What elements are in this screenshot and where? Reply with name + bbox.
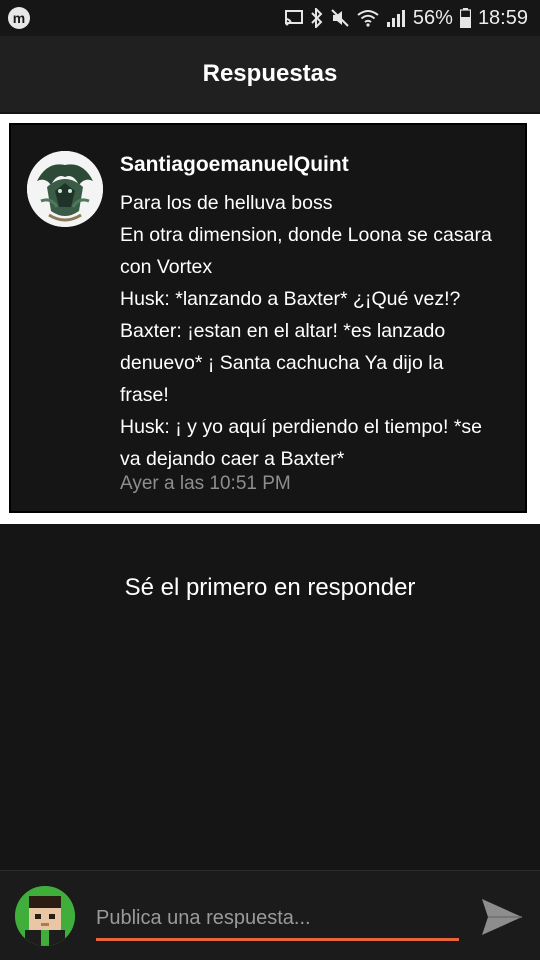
header: Respuestas [0, 36, 540, 112]
m-app-icon: m [8, 7, 30, 29]
post-line: denuevo* ¡ Santa cachucha Ya dijo la [120, 352, 444, 374]
author-avatar[interactable] [27, 151, 103, 227]
user-avatar[interactable] [15, 886, 75, 946]
post-line: Husk: ¡ y yo aquí perdiendo el tiempo! *… [120, 416, 483, 438]
status-icons: 56% 18:59 [284, 4, 528, 32]
reply-bar [0, 870, 540, 960]
post-line: frase! [120, 384, 169, 406]
wifi-icon [357, 9, 379, 27]
send-icon [482, 899, 522, 935]
post-content[interactable]: SantiagoemanuelQuint Para los de helluva… [9, 123, 527, 513]
battery-icon [459, 8, 471, 28]
bluetooth-icon [311, 8, 323, 28]
post-line: En otra dimension, donde Loona se casara [120, 224, 492, 246]
mute-icon [330, 8, 350, 28]
post-line: Para los de helluva boss [120, 192, 333, 214]
status-bar: m 56% 18:59 [0, 0, 540, 36]
post-line: Baxter: ¡estan en el altar! *es lanzado [120, 320, 446, 342]
post-line: Husk: *lanzando a Baxter* ¿¡Qué vez!? [120, 288, 461, 310]
empty-replies-message: Sé el primero en responder [124, 574, 416, 601]
post-body: Para los de helluva boss En otra dimensi… [120, 187, 525, 475]
cast-icon [284, 10, 304, 26]
post-line: va dejando caer a Baxter* [120, 448, 345, 470]
post-timestamp: Ayer a las 10:51 PM [120, 473, 291, 494]
send-button[interactable] [480, 897, 524, 937]
post-card: SantiagoemanuelQuint Para los de helluva… [0, 114, 540, 524]
battery-percent: 56% [412, 6, 453, 29]
screen: m 56% 18:59 Respuestas SantiagoemanuelQu… [0, 0, 540, 960]
page-title: Respuestas [202, 60, 338, 87]
author-name[interactable]: SantiagoemanuelQuint [120, 153, 349, 177]
post-line: con Vortex [120, 256, 213, 278]
signal-icon [386, 9, 406, 27]
clock: 18:59 [477, 6, 528, 29]
reply-input[interactable] [96, 899, 459, 941]
